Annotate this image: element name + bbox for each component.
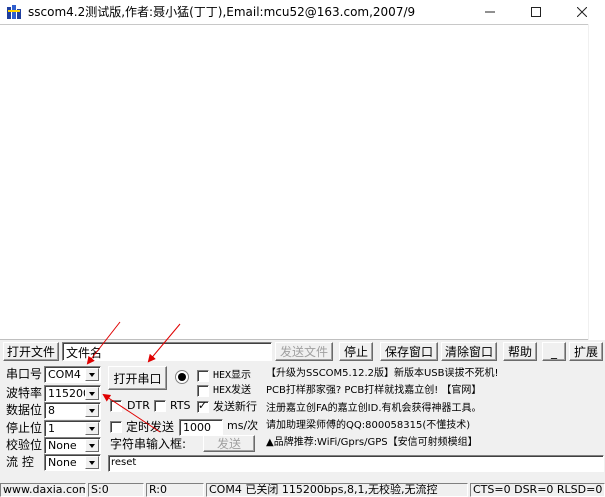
port-label: 串口号 xyxy=(6,367,43,381)
databits-value: 8 xyxy=(48,404,55,417)
interval-unit: ms/次 xyxy=(227,419,259,432)
receive-text-area[interactable] xyxy=(0,24,605,340)
maximize-icon xyxy=(531,7,541,17)
flow-value: None xyxy=(48,456,77,469)
flow-select[interactable]: None xyxy=(44,454,101,471)
baud-select[interactable]: 115200 xyxy=(44,385,101,402)
chevron-down-icon[interactable] xyxy=(85,387,99,400)
hex-display-checkbox[interactable] xyxy=(197,370,209,382)
databits-select[interactable]: 8 xyxy=(44,402,101,419)
send-file-button[interactable]: 发送文件 xyxy=(275,342,333,361)
chevron-down-icon[interactable] xyxy=(85,439,99,452)
rts-checkbox[interactable] xyxy=(154,400,166,412)
open-port-button[interactable]: 打开串口 xyxy=(108,366,167,390)
baud-label: 波特率 xyxy=(6,386,43,400)
port-status-indicator xyxy=(175,370,189,384)
clear-window-button[interactable]: 清除窗口 xyxy=(441,342,497,361)
parity-select[interactable]: None xyxy=(44,437,101,454)
stopbits-label: 停止位 xyxy=(6,421,43,435)
window-title: sscom4.2测试版,作者:聂小猛(丁丁),Email:mcu52@163.c… xyxy=(28,5,416,19)
control-panel: 打开文件 文件名 发送文件 停止 保存窗口 清除窗口 帮助 _ 扩展 串口号 波… xyxy=(0,340,605,482)
info-panel: 【升级为SSCOM5.12.2版】新版本USB误拔不死机! PCB打样那家强? … xyxy=(264,365,602,451)
parity-value: None xyxy=(48,439,77,452)
rts-label: RTS xyxy=(170,399,191,412)
info-line[interactable]: ▲品牌推荐:WiFi/Gprs/GPS【安信可射频模组】 xyxy=(266,436,478,450)
help-button[interactable]: 帮助 xyxy=(503,342,537,361)
dtr-label: DTR xyxy=(127,399,150,412)
interval-input[interactable]: 1000 xyxy=(179,419,223,436)
stop-button[interactable]: 停止 xyxy=(339,342,373,361)
string-input-label: 字符串输入框: xyxy=(110,437,187,451)
app-icon xyxy=(7,5,21,19)
maximize-button[interactable] xyxy=(513,0,559,24)
stopbits-select[interactable]: 1 xyxy=(44,420,101,437)
send-text-input[interactable]: reset xyxy=(108,455,604,472)
hex-send-label: HEX发送 xyxy=(213,385,252,396)
chevron-down-icon[interactable] xyxy=(85,404,99,417)
hex-send-checkbox[interactable] xyxy=(197,385,209,397)
save-window-button[interactable]: 保存窗口 xyxy=(380,342,438,361)
baud-value: 115200 xyxy=(48,387,90,400)
send-newline-checkbox[interactable] xyxy=(197,399,209,413)
minus-button[interactable]: _ xyxy=(542,342,566,361)
status-bar: www.daxia.com S:0 R:0 COM4 已关闭 115200bps… xyxy=(0,482,605,497)
hex-display-label: HEX显示 xyxy=(213,370,252,381)
timed-send-checkbox[interactable] xyxy=(110,421,122,433)
dtr-checkbox[interactable] xyxy=(110,400,122,412)
chevron-down-icon[interactable] xyxy=(85,422,99,435)
flow-label: 流 控 xyxy=(6,455,34,469)
chevron-down-icon[interactable] xyxy=(85,456,99,469)
port-select[interactable]: COM4 xyxy=(44,366,101,383)
databits-label: 数据位 xyxy=(6,403,43,417)
title-bar[interactable]: sscom4.2测试版,作者:聂小猛(丁丁),Email:mcu52@163.c… xyxy=(0,0,605,24)
chevron-down-icon[interactable] xyxy=(85,368,99,381)
port-value: COM4 xyxy=(48,368,81,381)
receive-scrollbar[interactable] xyxy=(588,24,605,340)
info-line[interactable]: 注册嘉立创FA的嘉立创ID.有机会获得神器工具。 xyxy=(266,402,482,416)
send-button[interactable]: 发送 xyxy=(203,435,255,452)
received-count: R:0 xyxy=(146,483,204,497)
minimize-icon xyxy=(485,11,495,13)
info-line[interactable]: 请加助理梁师傅的QQ:800058315(不懂技术) xyxy=(266,419,470,433)
sent-count: S:0 xyxy=(88,483,144,497)
minimize-button[interactable] xyxy=(467,0,513,24)
site-link[interactable]: www.daxia.com xyxy=(0,483,86,497)
filename-field[interactable]: 文件名 xyxy=(62,342,272,361)
close-button[interactable] xyxy=(559,0,605,24)
close-icon xyxy=(577,7,587,17)
expand-button[interactable]: 扩展 xyxy=(569,342,603,361)
info-line[interactable]: PCB打样那家强? PCB打样就找嘉立创! 【官网】 xyxy=(266,384,481,398)
info-line[interactable]: 【升级为SSCOM5.12.2版】新版本USB误拔不死机! xyxy=(266,367,499,381)
line-status-text: CTS=0 DSR=0 RLSD=0 xyxy=(470,483,605,497)
send-newline-label: 发送新行 xyxy=(213,400,257,413)
open-file-button[interactable]: 打开文件 xyxy=(3,342,59,361)
parity-label: 校验位 xyxy=(6,438,43,452)
timed-send-label: 定时发送 xyxy=(126,420,175,434)
stopbits-value: 1 xyxy=(48,422,55,435)
port-status-text: COM4 已关闭 115200bps,8,1,无校验,无流控 xyxy=(206,483,468,497)
